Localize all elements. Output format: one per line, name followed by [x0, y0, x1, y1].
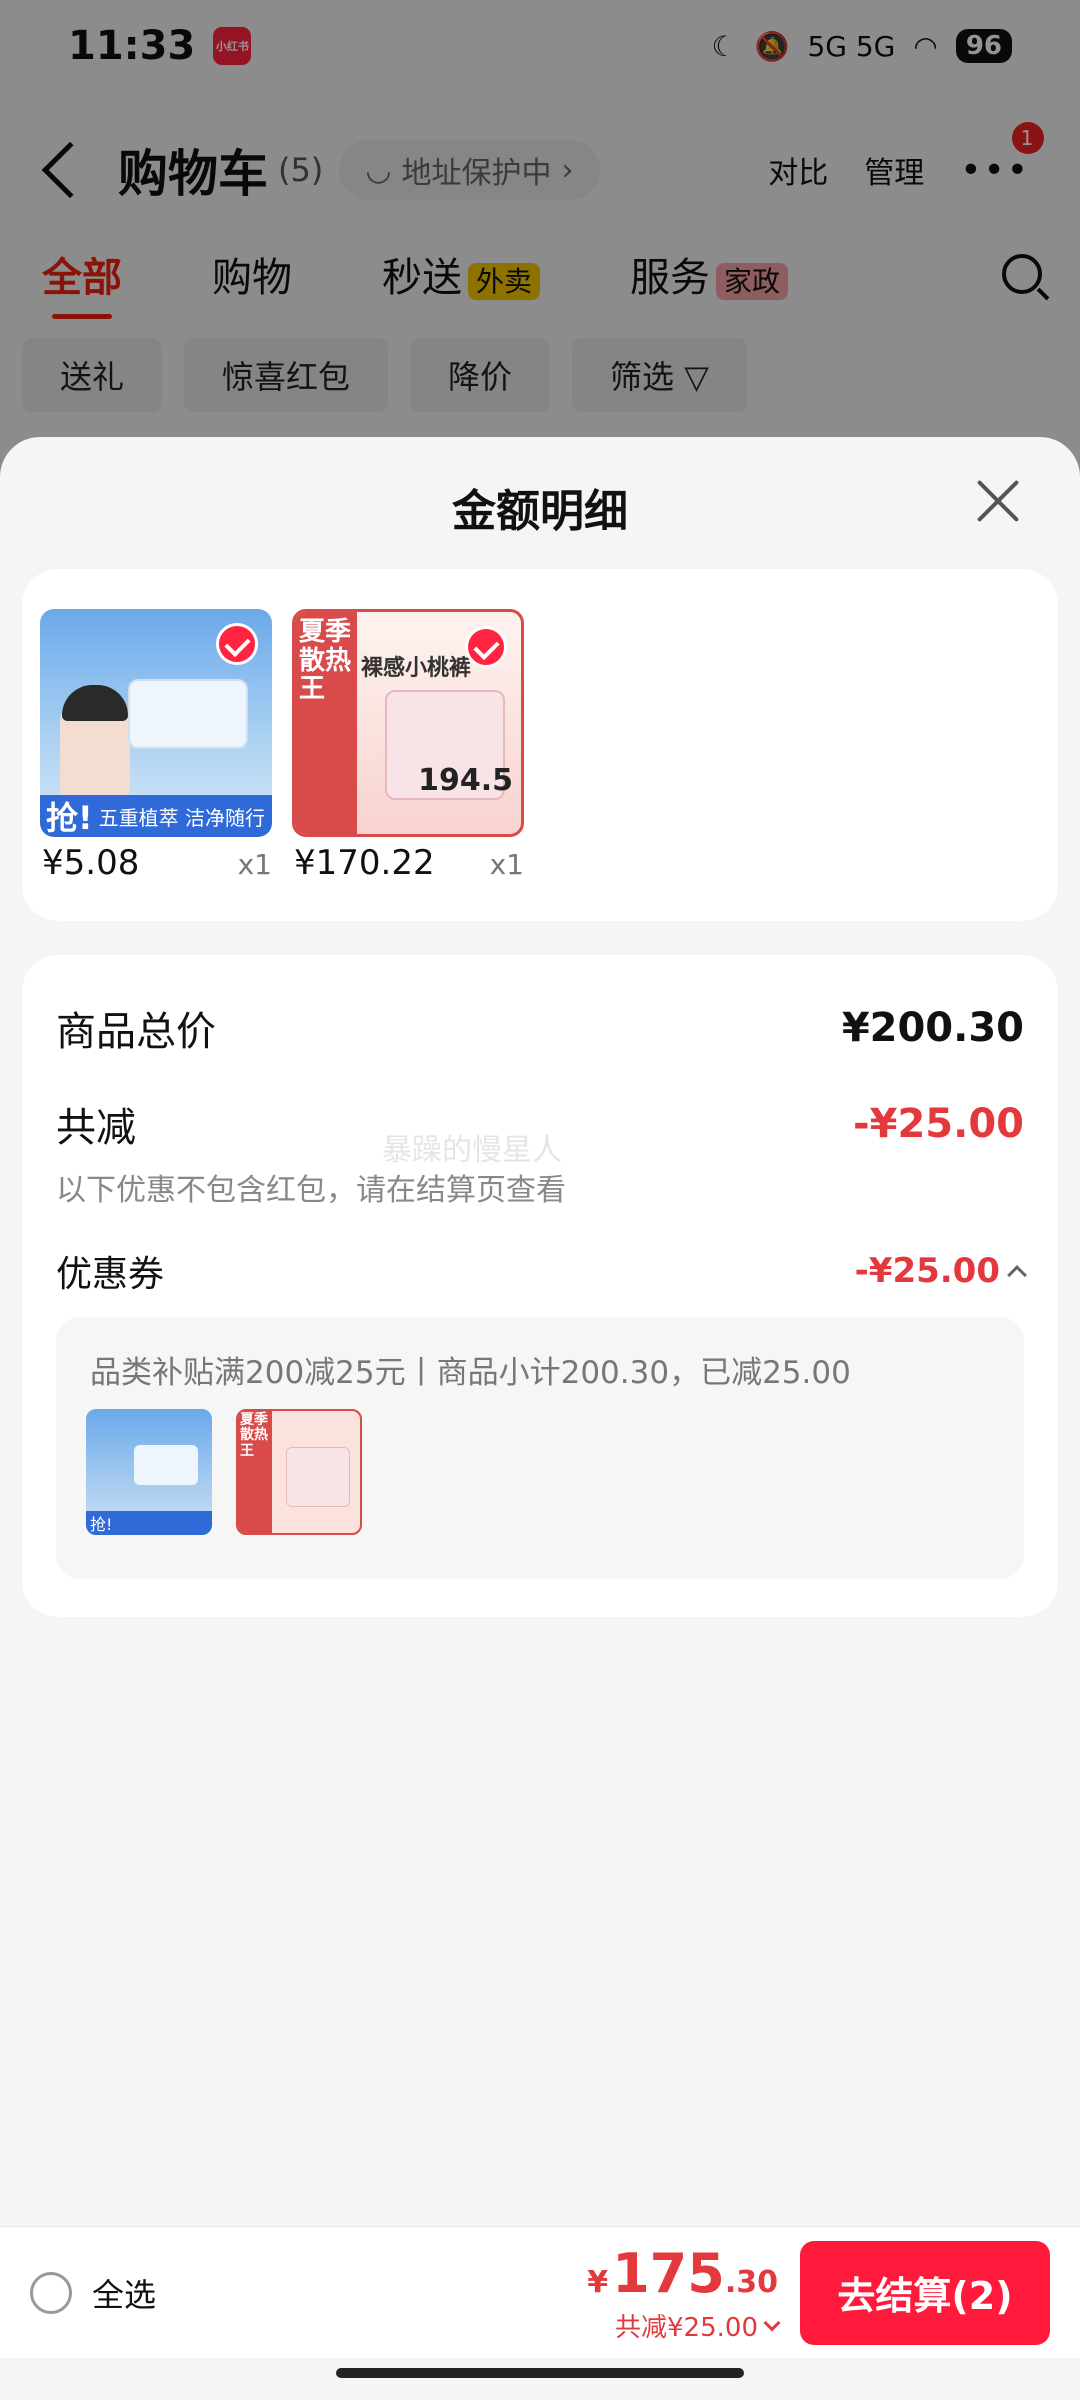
promo-price-tag: 194.5: [418, 763, 513, 798]
product-price: ¥5.08: [42, 843, 140, 883]
coupon-row[interactable]: 优惠券 -¥25.00: [56, 1245, 1027, 1297]
selected-check-icon[interactable]: [465, 626, 507, 668]
price-breakdown-card: 商品总价 ¥200.30 共减 -¥25.00 以下优惠不包含红包，请在结算页查…: [22, 955, 1058, 1617]
home-indicator[interactable]: [336, 2368, 744, 2378]
coupon-label: 优惠券: [56, 1254, 165, 1295]
thumb-package: [286, 1447, 350, 1507]
discount-value: -¥25.00: [853, 1101, 1024, 1147]
product-qty: x1: [489, 848, 524, 881]
total-label: 商品总价: [56, 1009, 216, 1055]
watermark: 暴躁的慢星人: [382, 1133, 562, 1168]
total-row: 商品总价 ¥200.30: [56, 999, 1024, 1057]
total-price: ¥ 175 .30: [587, 2242, 778, 2305]
coupon-value: -¥25.00: [854, 1251, 1027, 1291]
promo-side-band: 夏季 散热王: [295, 612, 357, 834]
currency-symbol: ¥: [587, 2264, 609, 2300]
coupon-detail-box: 品类补贴满200减25元丨商品小计200.30，已减25.00 抢! 夏季 散热…: [56, 1317, 1024, 1579]
promo-band: 抢! 五重植萃 洁净随行: [40, 795, 272, 837]
saved-text: 共减¥25.00: [615, 2312, 758, 2343]
chevron-up-icon: [1007, 1265, 1027, 1285]
coupon-amount: -¥25.00: [854, 1251, 1000, 1291]
chevron-down-icon: [763, 2314, 781, 2332]
product-item[interactable]: 夏季 散热王 裸感小桃裤 194.5 ¥170.22 x1: [292, 609, 526, 883]
thumb-side-band: 夏季 散热王: [238, 1411, 272, 1533]
coupon-detail-text: 品类补贴满200减25元丨商品小计200.30，已减25.00: [90, 1355, 851, 1391]
checkout-button[interactable]: 去结算(2): [800, 2240, 1050, 2345]
promo-text: 五重植萃 洁净随行: [98, 805, 265, 830]
total-integer: 175: [612, 2241, 725, 2305]
coupon-product-thumb: 抢!: [86, 1409, 212, 1535]
total-decimal: .30: [724, 2264, 778, 2300]
model-hair: [62, 685, 128, 721]
sheet-title: 金额明细: [452, 486, 628, 537]
total-summary: ¥ 175 .30 共减¥25.00: [587, 2242, 781, 2344]
selected-check-icon[interactable]: [216, 623, 258, 665]
saved-amount[interactable]: 共减¥25.00: [587, 2307, 781, 2344]
selected-products-card: 抢! 五重植萃 洁净随行 ¥5.08 x1 夏季 散热王 裸感小桃裤 194.5…: [22, 569, 1058, 921]
product-price: ¥170.22: [294, 843, 435, 883]
discount-note: 以下优惠不包含红包，请在结算页查看: [56, 1173, 566, 1208]
thumb-package: [134, 1445, 198, 1485]
select-all-label[interactable]: 全选: [92, 2270, 156, 2316]
close-icon[interactable]: [976, 479, 1020, 523]
checkout-bar: 全选 ¥ 175 .30 共减¥25.00 去结算(2): [0, 2226, 1080, 2358]
select-all-radio[interactable]: [30, 2271, 72, 2314]
product-item[interactable]: 抢! 五重植萃 洁净随行 ¥5.08 x1: [40, 609, 274, 883]
discount-label: 共减: [56, 1105, 136, 1151]
thumb-band: 抢!: [86, 1511, 212, 1535]
coupon-product-thumb: 夏季 散热王: [236, 1409, 362, 1535]
wipes-package: [128, 679, 248, 749]
amount-detail-sheet: 金额明细 抢! 五重植萃 洁净随行 ¥5.08 x1 夏季 散热王 裸感小桃裤 …: [0, 437, 1080, 2400]
grab-label: 抢!: [46, 799, 93, 837]
product-image-diapers: 夏季 散热王 裸感小桃裤 194.5: [292, 609, 524, 837]
product-image-wipes: 抢! 五重植萃 洁净随行: [40, 609, 272, 837]
product-brand-line: 裸感小桃裤: [361, 656, 472, 681]
total-value: ¥200.30: [841, 1005, 1024, 1051]
product-qty: x1: [237, 848, 272, 881]
